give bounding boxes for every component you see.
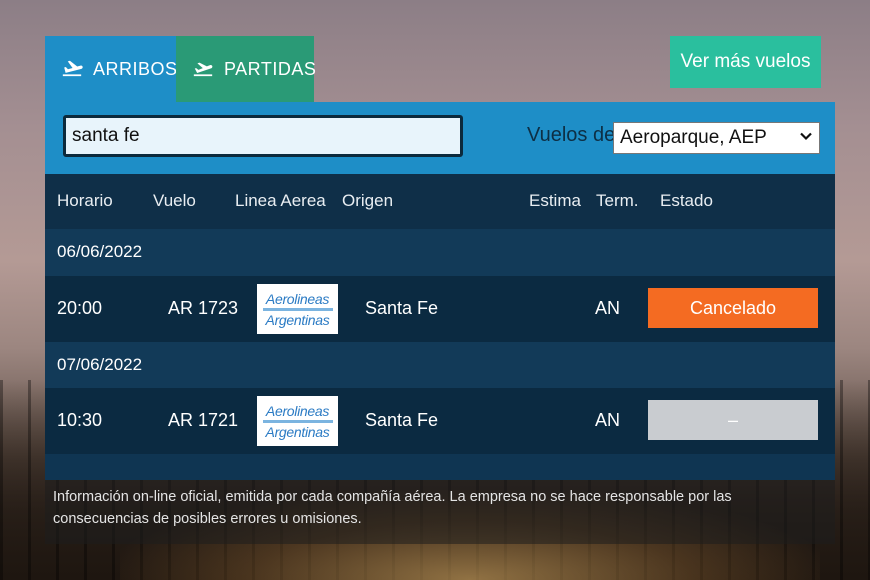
airline-logo-line2: Argentinas: [265, 423, 330, 440]
tab-arribos-label: ARRIBOS: [93, 58, 178, 79]
date-label: 07/06/2022: [57, 355, 143, 374]
header-origen: Origen: [342, 191, 394, 210]
table-header: Horario Vuelo Linea Aerea Origen Estima …: [45, 174, 835, 229]
table-footer-strip: [45, 454, 835, 480]
vuelos-de-label: Vuelos de: [527, 124, 616, 146]
tab-arribos[interactable]: ARRIBOS: [45, 36, 178, 102]
tab-partidas-label: PARTIDAS: [224, 58, 317, 79]
airline-logo: Aerolineas Argentinas: [257, 284, 338, 334]
logo-swoosh: [262, 307, 333, 311]
cell-horario: 20:00: [57, 298, 103, 318]
header-estima: Estima: [529, 191, 581, 210]
flight-tabs: ARRIBOS PARTIDAS: [45, 36, 317, 102]
cell-term: AN: [595, 298, 621, 318]
table-row[interactable]: 20:00 AR 1723 Aerolineas Argentinas Sant…: [45, 276, 835, 342]
search-input[interactable]: [63, 115, 463, 157]
date-row: 06/06/2022: [45, 229, 835, 276]
cell-origen: Santa Fe: [365, 410, 439, 430]
cell-term: AN: [595, 410, 621, 430]
cell-vuelo: AR 1723: [168, 298, 239, 318]
date-row: 07/06/2022: [45, 342, 835, 389]
airport-select-value: Aeroparque, AEP: [620, 127, 767, 148]
table-row[interactable]: 10:30 AR 1721 Aerolineas Argentinas Sant…: [45, 388, 835, 454]
airline-logo-line2: Argentinas: [265, 311, 330, 328]
header-term: Term.: [596, 191, 639, 210]
airport-select[interactable]: Aeroparque, AEP: [613, 122, 820, 154]
header-vuelo: Vuelo: [153, 191, 196, 210]
header-estado: Estado: [660, 191, 713, 210]
cell-vuelo: AR 1721: [168, 410, 239, 430]
flights-table: Horario Vuelo Linea Aerea Origen Estima …: [45, 174, 835, 480]
cell-horario: 10:30: [57, 410, 103, 430]
ver-mas-vuelos-button[interactable]: Ver más vuelos: [670, 36, 821, 88]
status-badge: Cancelado: [648, 288, 818, 328]
logo-swoosh: [262, 419, 333, 423]
airline-logo: Aerolineas Argentinas: [257, 396, 338, 446]
search-bar: Vuelos de Aeroparque, AEP: [45, 102, 835, 174]
disclaimer-text: Información on-line oficial, emitida por…: [45, 480, 835, 544]
plane-landing-icon: [61, 56, 83, 83]
status-badge: –: [648, 400, 818, 440]
tab-partidas[interactable]: PARTIDAS: [176, 36, 317, 102]
plane-takeoff-icon: [192, 56, 214, 83]
airline-logo-line1: Aerolineas: [265, 402, 330, 419]
header-horario: Horario: [57, 191, 113, 210]
airline-logo-line1: Aerolineas: [265, 290, 330, 307]
cell-origen: Santa Fe: [365, 298, 439, 318]
header-linea-aerea: Linea Aerea: [235, 191, 326, 210]
date-label: 06/06/2022: [57, 242, 143, 261]
chevron-down-icon: [799, 127, 813, 149]
